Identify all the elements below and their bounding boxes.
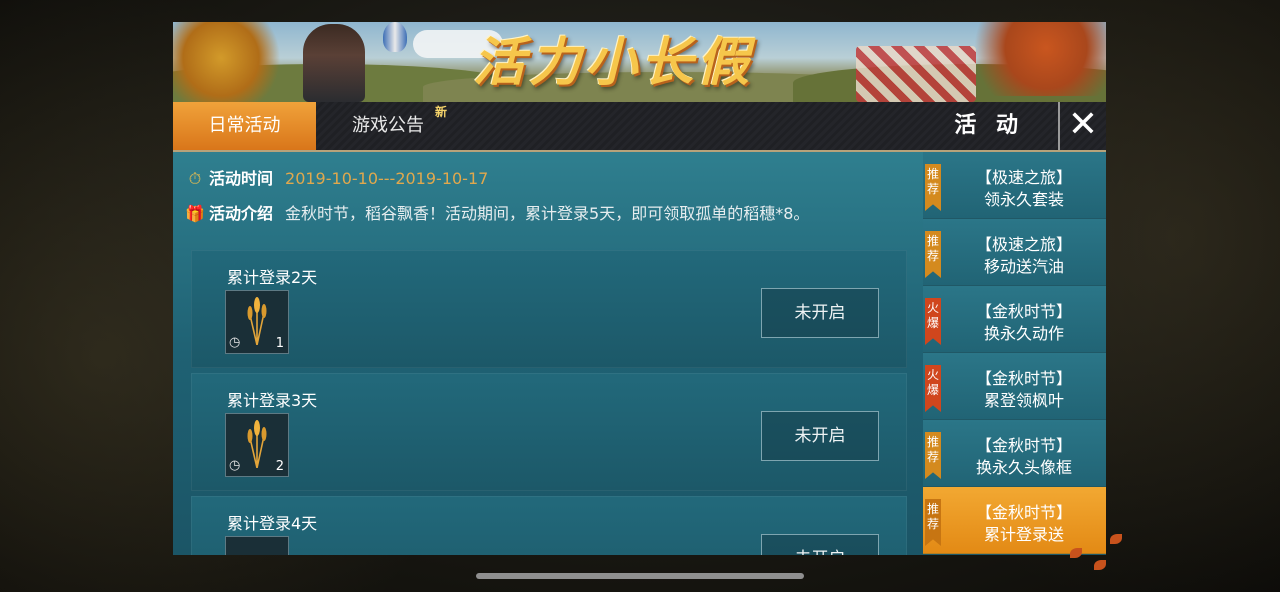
sidebar-item-label: 换永久动作 (983, 324, 1064, 343)
claim-status-button[interactable]: 未开启 (761, 534, 879, 555)
activity-time-row: ⏱ 活动时间 2019-10-10---2019-10-17 (185, 167, 489, 191)
sidebar-item-category: 【金秋时节】 (975, 503, 1072, 522)
sidebar-item-speed-journey-fuel[interactable]: 推荐 【极速之旅】 移动送汽油 (923, 219, 1106, 286)
panel-title: 活 动 (954, 113, 1024, 138)
sidebar-item-autumn-emote[interactable]: 火爆 【金秋时节】 换永久动作 (923, 286, 1106, 353)
activity-intro-label: 活动介绍 (209, 204, 274, 223)
sidebar-item-category: 【极速之旅】 (975, 168, 1072, 187)
tab-bar: 日常活动 游戏公告 新 活 动 ✕ (173, 102, 1106, 152)
reward-quantity: 2 (275, 459, 284, 474)
activity-content: ⏱ 活动时间 2019-10-10---2019-10-17 🎁 活动介绍 金秋时节，稻… (173, 152, 923, 555)
tab-game-notice[interactable]: 游戏公告 新 (333, 102, 447, 150)
event-banner: 活力小长假 (173, 22, 1106, 102)
new-badge: 新 (434, 105, 447, 119)
sidebar-item-autumn-avatar-frame[interactable]: 推荐 【金秋时节】 换永久头像框 (923, 420, 1106, 487)
reward-item-slot[interactable]: ◷ 1 (225, 290, 289, 354)
reward-item-slot[interactable]: ◷ 2 (225, 413, 289, 477)
event-sidebar: 推荐 【极速之旅】 领永久套装 推荐 【极速之旅】 移动送汽油 火爆 【金秋时节… (923, 152, 1106, 555)
reward-card: 累计登录3天 ◷ 2 未开启 (191, 373, 907, 491)
sidebar-item-label: 累登领枫叶 (983, 391, 1064, 410)
autumn-tree-left (173, 22, 293, 102)
sidebar-item-category: 【金秋时节】 (975, 369, 1072, 388)
reward-card: 累计登录2天 ◷ 1 未开启 (191, 250, 907, 368)
close-button[interactable]: ✕ (1058, 102, 1106, 150)
recommend-flag: 推荐 (925, 432, 941, 479)
character-illustration (303, 24, 365, 102)
sidebar-item-autumn-login[interactable]: 推荐 【金秋时节】 累计登录送 (923, 487, 1106, 554)
hot-flag: 火爆 (925, 298, 941, 345)
gift-icon: 🎁 (185, 204, 205, 223)
sidebar-item-category: 【金秋时节】 (975, 436, 1072, 455)
recommend-flag: 推荐 (925, 499, 941, 546)
tab-daily-activities[interactable]: 日常活动 (173, 102, 316, 150)
stopwatch-icon: ⏱ (188, 169, 202, 188)
reward-card-title: 累计登录4天 (227, 514, 318, 533)
hot-air-balloon-icon (383, 22, 407, 52)
activity-intro-row: 🎁 活动介绍 金秋时节，稻谷飘香！活动期间，累计登录5天，即可领取孤单的稻穗*8。 (185, 202, 809, 226)
sidebar-item-category: 【金秋时节】 (975, 302, 1072, 321)
sidebar-item-label: 换永久头像框 (975, 458, 1072, 477)
recommend-flag: 推荐 (925, 164, 941, 211)
sidebar-item-label: 领永久套装 (983, 190, 1064, 209)
sidebar-item-label: 移动送汽油 (983, 257, 1064, 276)
autumn-tree-right (956, 22, 1106, 96)
sidebar-item-autumn-maple[interactable]: 火爆 【金秋时节】 累登领枫叶 (923, 353, 1106, 420)
activity-time-value: 2019-10-10---2019-10-17 (285, 169, 489, 188)
reward-card-title: 累计登录3天 (227, 391, 318, 410)
wheat-icon (247, 297, 267, 345)
sidebar-item-category: 【极速之旅】 (975, 235, 1072, 254)
tab-game-notice-label: 游戏公告 (352, 115, 424, 136)
claim-status-button[interactable]: 未开启 (761, 288, 879, 338)
activity-time-label: 活动时间 (209, 169, 274, 188)
activity-panel: 活力小长假 日常活动 游戏公告 新 活 动 ✕ ⏱ 活动时间 2019-10-10-… (173, 22, 1106, 555)
activity-intro-value: 金秋时节，稻谷飘香！活动期间，累计登录5天，即可领取孤单的稻穗*8。 (285, 204, 810, 223)
clock-icon: ◷ (229, 458, 241, 473)
reward-card-title: 累计登录2天 (227, 268, 318, 287)
sidebar-item-label: 累计登录送 (983, 525, 1064, 544)
recommend-flag: 推荐 (925, 231, 941, 278)
reward-card: 累计登录4天 未开启 (191, 496, 907, 555)
wheat-icon (247, 420, 267, 468)
sidebar-item-speed-journey-suit[interactable]: 推荐 【极速之旅】 领永久套装 (923, 152, 1106, 219)
banner-title: 活力小长假 (473, 32, 754, 93)
reward-item-slot[interactable] (225, 536, 289, 555)
claim-status-button[interactable]: 未开启 (761, 411, 879, 461)
hot-flag: 火爆 (925, 365, 941, 412)
reward-quantity: 1 (275, 336, 284, 351)
clock-icon: ◷ (229, 335, 241, 350)
home-indicator[interactable] (476, 573, 804, 579)
picnic-illustration (856, 46, 976, 102)
